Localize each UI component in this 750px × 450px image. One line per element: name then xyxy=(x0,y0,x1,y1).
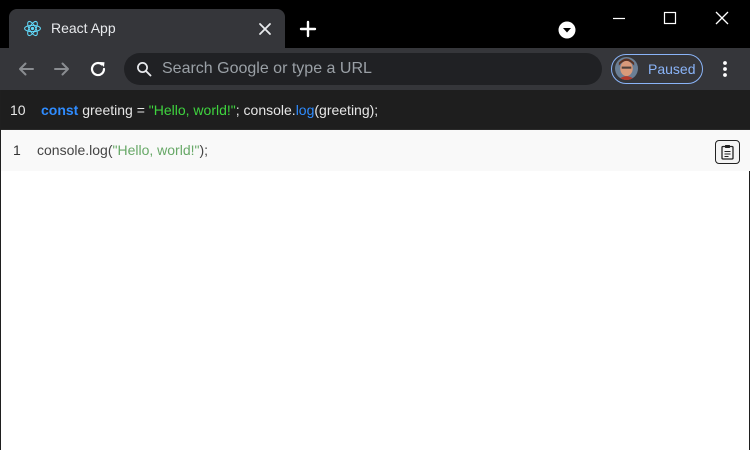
keyword-token: const xyxy=(41,102,79,118)
maximize-icon[interactable] xyxy=(659,8,681,28)
profile-status-label: Paused xyxy=(648,61,696,77)
identifier-token: greeting = xyxy=(78,102,149,118)
line-number: 1 xyxy=(13,142,21,158)
kebab-menu-icon[interactable] xyxy=(716,59,734,79)
plain-token: ); xyxy=(199,142,209,158)
close-icon[interactable] xyxy=(711,8,733,28)
clipboard-icon xyxy=(721,145,734,160)
page-viewport: 10 const greeting = "Hello, world!"; con… xyxy=(0,90,750,450)
tab-react-app[interactable]: React App xyxy=(9,9,285,48)
minimize-icon[interactable] xyxy=(608,8,630,28)
browser-toolbar: Paused xyxy=(0,48,750,90)
omnibox[interactable] xyxy=(124,53,602,85)
chevron-down-circle-icon[interactable] xyxy=(558,21,576,39)
address-input[interactable] xyxy=(162,59,582,79)
close-icon[interactable] xyxy=(257,21,273,37)
arrow-left-icon[interactable] xyxy=(16,59,36,79)
react-logo-icon xyxy=(24,20,41,37)
avatar xyxy=(615,57,638,80)
arrow-right-icon[interactable] xyxy=(52,59,72,79)
plain-token: (greeting); xyxy=(314,102,379,118)
plus-icon[interactable] xyxy=(299,20,317,38)
string-token: "Hello, world!" xyxy=(112,142,200,158)
plain-token: ; console. xyxy=(235,102,296,118)
string-token: "Hello, world!" xyxy=(148,102,236,118)
line-number: 10 xyxy=(10,102,26,118)
plain-token: console.log( xyxy=(37,142,113,158)
tab-title: React App xyxy=(51,20,116,36)
copy-button[interactable] xyxy=(715,140,740,164)
search-icon xyxy=(137,62,152,77)
code-editor-line: 10 const greeting = "Hello, world!"; con… xyxy=(1,90,750,130)
code-output-line: 1 console.log("Hello, world!"); xyxy=(1,130,750,171)
code-line: console.log("Hello, world!"); xyxy=(37,130,208,170)
title-bar: React App xyxy=(0,0,750,48)
profile-button[interactable]: Paused xyxy=(611,54,703,84)
function-token: log xyxy=(295,102,315,118)
code-line: const greeting = "Hello, world!"; consol… xyxy=(41,90,378,130)
reload-icon[interactable] xyxy=(88,59,108,79)
